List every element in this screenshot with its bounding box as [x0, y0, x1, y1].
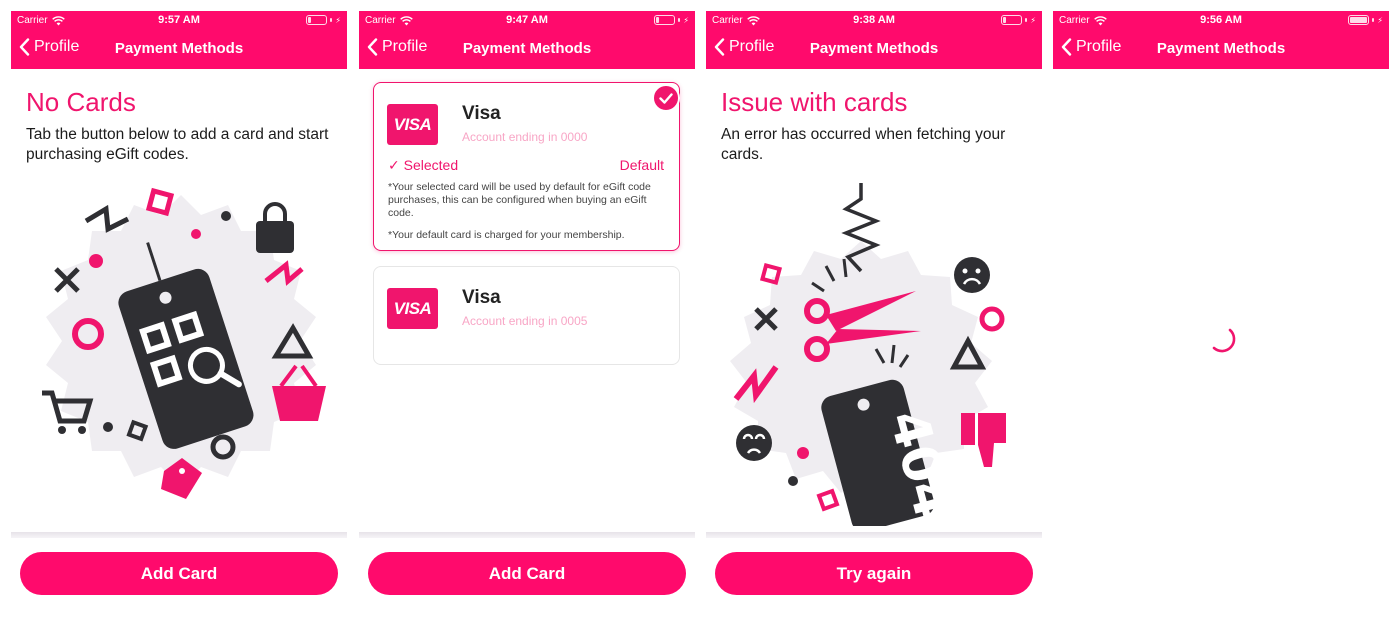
thumbs-down-icon [961, 413, 1006, 467]
charging-icon: ⚡ [1377, 15, 1383, 25]
add-card-button[interactable]: Add Card [20, 552, 338, 595]
nav-title: Payment Methods [462, 40, 592, 57]
divider [706, 532, 1042, 538]
battery-indicator: ⚡ [306, 15, 341, 25]
status-time: 9:38 AM [853, 14, 895, 26]
loading-spinner-icon [1212, 328, 1236, 353]
try-again-button[interactable]: Try again [715, 552, 1033, 595]
shopping-bag-icon [256, 202, 294, 253]
empty-state-heading: No Cards [26, 87, 136, 117]
visa-logo: VISA [387, 104, 438, 145]
card-name: Visa [462, 287, 501, 308]
screen-loading: Carrier 9:56 AM ⚡ Profile Payment Method… [1053, 11, 1389, 611]
battery-icon [1348, 15, 1370, 25]
charging-icon: ⚡ [1030, 15, 1036, 25]
default-label: Default [619, 157, 664, 173]
navigation-bar: Carrier 9:38 AM ⚡ Profile Payment Method… [706, 11, 1042, 69]
divider [359, 532, 695, 538]
battery-indicator: ⚡ [654, 15, 689, 25]
checkmark-icon [652, 84, 680, 112]
payment-card-selected[interactable]: VISA Visa Account ending in 0000 ✓ Selec… [373, 82, 680, 251]
divider [11, 532, 347, 538]
qr-code-tag-illustration [42, 187, 326, 499]
status-bar: Carrier 9:57 AM ⚡ [11, 11, 347, 31]
charging-icon: ⚡ [335, 15, 341, 25]
card-account-ending: Account ending in 0005 [462, 314, 588, 328]
screen-error: Carrier 9:38 AM ⚡ Profile Payment Method… [706, 11, 1042, 611]
battery-indicator: ⚡ [1001, 15, 1036, 25]
navigation-bar: Carrier 9:56 AM ⚡ Profile Payment Method… [1053, 11, 1389, 69]
sad-face-icon [954, 257, 990, 293]
default-card-note: *Your default card is charged for your m… [388, 229, 625, 241]
payment-card[interactable]: VISA Visa Account ending in 0005 [373, 266, 680, 365]
battery-icon [306, 15, 328, 25]
battery-indicator: ⚡ [1348, 15, 1383, 25]
card-account-ending: Account ending in 0000 [462, 130, 588, 144]
navigation-bar: Carrier 9:47 AM ⚡ Profile Payment Method… [359, 11, 695, 69]
add-card-button[interactable]: Add Card [368, 552, 686, 595]
nav-title: Payment Methods [809, 40, 939, 57]
visa-logo: VISA [387, 288, 438, 329]
empty-state-description: Tab the button below to add a card and s… [26, 126, 329, 163]
battery-icon [654, 15, 676, 25]
status-bar: Carrier 9:38 AM ⚡ [706, 11, 1042, 31]
navigation-bar: Carrier 9:57 AM ⚡ Profile Payment Method… [11, 11, 347, 69]
status-time: 9:47 AM [506, 14, 548, 26]
status-bar: Carrier 9:47 AM ⚡ [359, 11, 695, 31]
nav-title: Payment Methods [114, 40, 244, 57]
error-heading: Issue with cards [721, 87, 908, 117]
selected-label: ✓ Selected [388, 157, 459, 173]
nav-title: Payment Methods [1156, 40, 1286, 57]
error-description: An error has occurred when fetching your… [721, 126, 1006, 163]
battery-icon [1001, 15, 1023, 25]
404-error-tag-illustration: 404 [730, 183, 1006, 526]
status-time: 9:56 AM [1200, 14, 1242, 26]
card-name: Visa [462, 103, 501, 124]
charging-icon: ⚡ [683, 15, 689, 25]
crying-face-icon [736, 425, 772, 461]
selected-card-note: *Your selected card will be used by defa… [388, 181, 651, 219]
screen-card-list: Carrier 9:47 AM ⚡ Profile Payment Method… [359, 11, 695, 611]
status-bar: Carrier 9:56 AM ⚡ [1053, 11, 1389, 31]
status-time: 9:57 AM [158, 14, 200, 26]
screen-no-cards: Carrier 9:57 AM ⚡ Profile Payment Method… [11, 11, 347, 611]
